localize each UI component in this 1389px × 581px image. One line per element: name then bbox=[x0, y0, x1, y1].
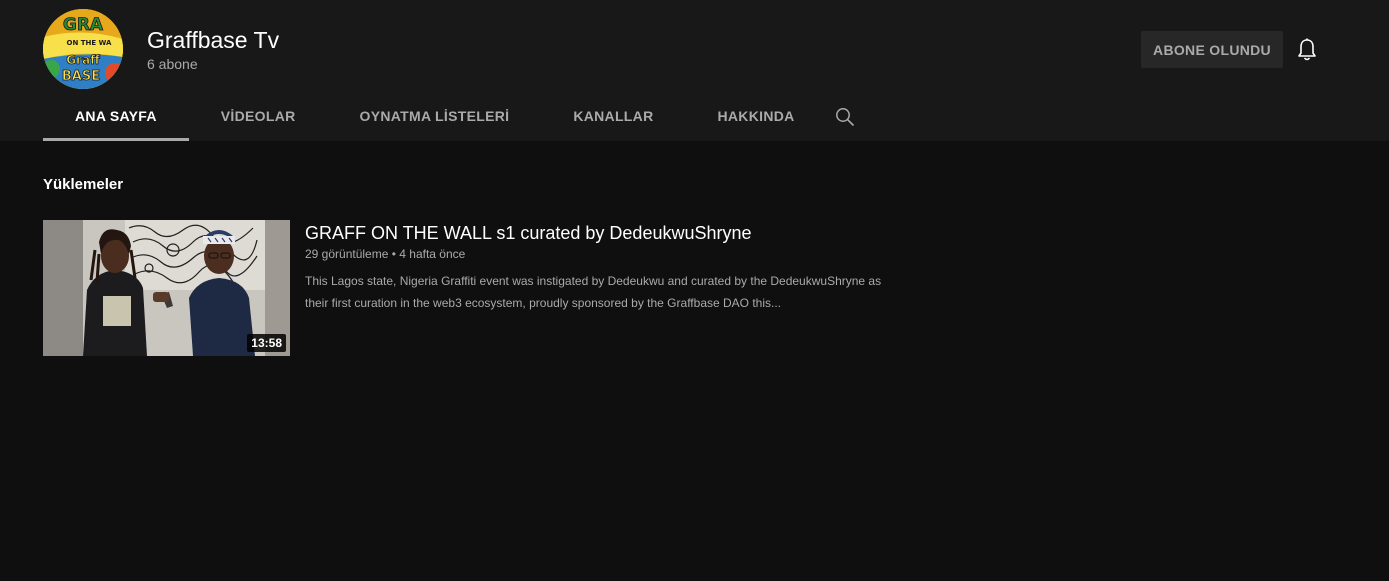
bell-icon[interactable] bbox=[1296, 38, 1318, 62]
video-title[interactable]: GRAFF ON THE WALL s1 curated by Dedeukwu… bbox=[305, 222, 752, 244]
video-thumbnail[interactable]: 13:58 bbox=[43, 220, 290, 356]
svg-text:GRA: GRA bbox=[63, 15, 104, 35]
tab-about[interactable]: HAKKINDA bbox=[685, 92, 826, 140]
subscriber-count: 6 abone bbox=[147, 56, 198, 72]
uploads-section-title[interactable]: Yüklemeler bbox=[43, 176, 123, 194]
video-description: This Lagos state, Nigeria Graffiti event… bbox=[305, 274, 882, 310]
svg-text:BASE: BASE bbox=[62, 69, 100, 84]
tab-videos[interactable]: VİDEOLAR bbox=[189, 92, 328, 140]
svg-text:ON THE WA: ON THE WA bbox=[67, 39, 113, 47]
tab-home[interactable]: ANA SAYFA bbox=[43, 92, 189, 141]
channel-header: GRA ON THE WA Graff BASE Graffbase Tv 6 … bbox=[0, 0, 1389, 141]
search-icon[interactable] bbox=[835, 107, 855, 127]
video-duration-badge: 13:58 bbox=[247, 334, 286, 352]
channel-avatar[interactable]: GRA ON THE WA Graff BASE bbox=[43, 9, 123, 89]
subscribed-button[interactable]: ABONE OLUNDU bbox=[1141, 31, 1283, 68]
graffiti-logo-avatar-icon: GRA ON THE WA Graff BASE bbox=[43, 9, 123, 89]
channel-tabs: ANA SAYFA VİDEOLAR OYNATMA LİSTELERİ KAN… bbox=[43, 92, 827, 141]
svg-text:Graff: Graff bbox=[66, 53, 100, 67]
video-metadata: 29 görüntüleme • 4 hafta önce bbox=[305, 247, 466, 261]
tab-playlists[interactable]: OYNATMA LİSTELERİ bbox=[328, 92, 542, 140]
tab-channels[interactable]: KANALLAR bbox=[541, 92, 685, 140]
video-item[interactable]: 13:58 GRAFF ON THE WALL s1 curated by De… bbox=[43, 220, 893, 358]
channel-name: Graffbase Tv bbox=[147, 27, 280, 53]
